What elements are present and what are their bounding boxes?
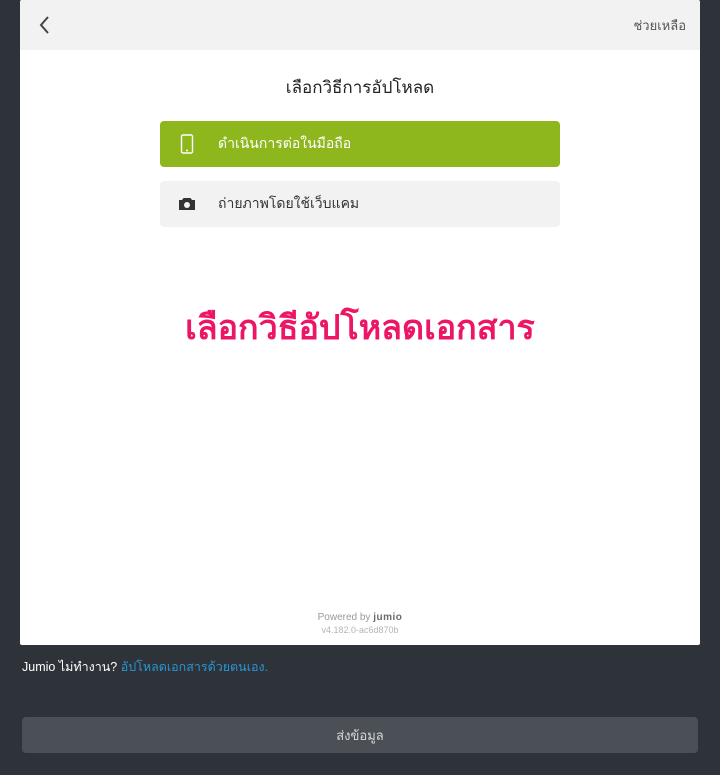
manual-upload-link[interactable]: อัปโหลดเอกสารด้วยตนเอง. — [121, 660, 268, 674]
powered-by: Powered by jumio — [20, 612, 700, 623]
back-button[interactable] — [34, 14, 56, 36]
fallback-prompt: Jumio ไม่ทำงาน? — [22, 660, 121, 674]
version-text: v4.182.0-ac6d870b — [20, 625, 700, 635]
option-mobile-label: ดำเนินการต่อในมือถือ — [218, 133, 351, 155]
option-use-webcam[interactable]: ถ่ายภาพโดยใช้เว็บแคม — [160, 181, 560, 227]
upload-panel: ช่วยเหลือ เลือกวิธีการอัปโหลด ดำเนินการต… — [20, 0, 700, 645]
submit-button[interactable]: ส่งข้อมูล — [22, 717, 698, 753]
panel-header: ช่วยเหลือ — [20, 0, 700, 50]
help-link[interactable]: ช่วยเหลือ — [633, 15, 686, 36]
panel-footer: Powered by jumio v4.182.0-ac6d870b — [20, 612, 700, 635]
brand-name: jumio — [373, 612, 402, 623]
fallback-row: Jumio ไม่ทำงาน? อัปโหลดเอกสารด้วยตนเอง. — [22, 657, 698, 677]
chevron-left-icon — [38, 15, 52, 35]
panel-content: เลือกวิธีการอัปโหลด ดำเนินการต่อในมือถือ… — [20, 50, 700, 645]
page-title: เลือกวิธีการอัปโหลด — [286, 74, 434, 101]
option-continue-mobile[interactable]: ดำเนินการต่อในมือถือ — [160, 121, 560, 167]
camera-icon — [176, 196, 198, 212]
submit-bar: ส่งข้อมูล — [22, 717, 698, 753]
phone-icon — [176, 134, 198, 154]
option-webcam-label: ถ่ายภาพโดยใช้เว็บแคม — [218, 193, 359, 215]
